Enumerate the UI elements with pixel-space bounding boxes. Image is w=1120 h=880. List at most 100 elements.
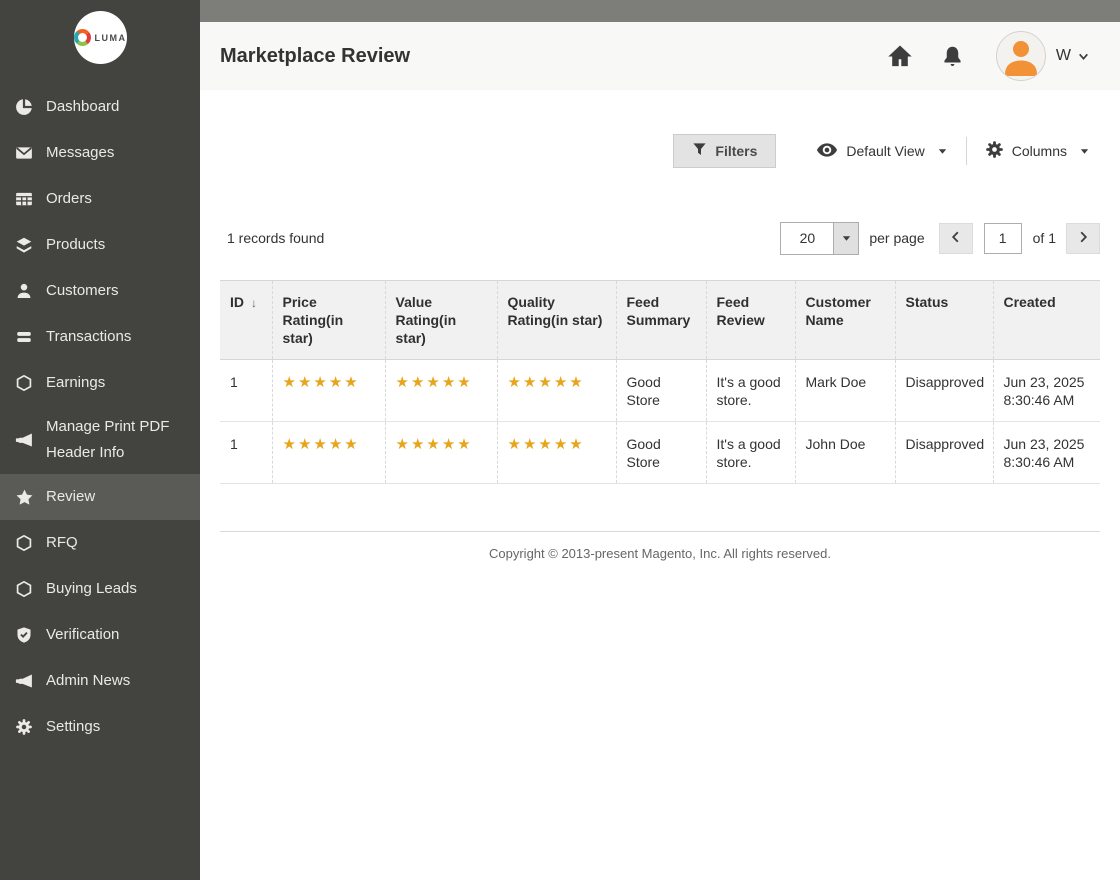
column-header-id[interactable]: ID ↓ xyxy=(220,280,272,360)
cell-feed-summary: Good Store xyxy=(615,421,706,484)
column-header-status[interactable]: Status xyxy=(894,280,993,360)
copyright-text: Copyright © 2013-present Magento, Inc. A… xyxy=(489,546,831,561)
user-initial: W xyxy=(1055,47,1071,64)
review-table: ID ↓ Price Rating(in star) Value Rating(i… xyxy=(220,280,1100,484)
star-rating-icon: ★★★★★ xyxy=(395,374,473,391)
hexagon-icon xyxy=(14,533,34,553)
chevron-down-icon[interactable] xyxy=(1077,50,1090,63)
pagination: 20 per page of 1 xyxy=(780,221,1100,255)
gear-icon xyxy=(14,717,34,737)
page-title: Marketplace Review xyxy=(220,44,411,67)
cell-status: Disapproved xyxy=(894,421,993,484)
cell-customer-name: Mark Doe xyxy=(794,359,895,422)
cell-id: 1 xyxy=(220,421,272,484)
customers-icon xyxy=(14,281,34,301)
column-header-price-rating[interactable]: Price Rating(in star) xyxy=(271,280,385,360)
products-icon xyxy=(14,235,34,255)
star-rating-icon: ★★★★★ xyxy=(507,374,585,391)
sidebar-item-products[interactable]: Products xyxy=(0,222,200,268)
column-header-feed-summary[interactable]: Feed Summary xyxy=(615,280,706,360)
luma-logo[interactable]: LUMA xyxy=(73,11,127,64)
star-rating-icon: ★★★★★ xyxy=(282,374,360,391)
per-page-label: per page xyxy=(869,230,925,246)
cell-status: Disapproved xyxy=(894,359,993,422)
sidebar-item-manage-print-pdf[interactable]: Manage Print PDF Header Info xyxy=(0,406,200,474)
sidebar-item-rfq[interactable]: RFQ xyxy=(0,520,200,566)
grid-toolbar: Filters Default View Columns xyxy=(220,134,1100,168)
cell-created: Jun 23, 2025 8:30:46 AM xyxy=(992,359,1100,422)
eye-icon xyxy=(816,139,838,164)
sidebar-item-admin-news[interactable]: Admin News xyxy=(0,658,200,704)
hexagon-icon xyxy=(14,373,34,393)
footer-divider xyxy=(220,531,1100,532)
columns-control[interactable]: Columns xyxy=(985,140,1090,162)
cell-value-rating: ★★★★★ xyxy=(384,421,497,484)
star-icon xyxy=(14,487,34,507)
cell-feed-review: It's a good store. xyxy=(705,359,795,422)
transactions-icon xyxy=(14,327,34,347)
page: Marketplace Review W Filters Default Vie… xyxy=(200,0,1120,880)
chevron-right-icon xyxy=(1075,229,1091,248)
sidebar-item-buying-leads[interactable]: Buying Leads xyxy=(0,566,200,612)
column-header-feed-review[interactable]: Feed Review xyxy=(705,280,795,360)
sidebar-menu: Dashboard Messages Orders Products Custo xyxy=(0,84,200,750)
cell-created: Jun 23, 2025 8:30:46 AM xyxy=(992,421,1100,484)
column-header-customer-name[interactable]: Customer Name xyxy=(794,280,895,360)
avatar[interactable] xyxy=(995,31,1046,81)
star-rating-icon: ★★★★★ xyxy=(282,436,360,453)
caret-down-icon xyxy=(937,146,948,157)
sidebar: LUMA Dashboard Messages Orders Products … xyxy=(0,0,200,880)
column-header-quality-rating[interactable]: Quality Rating(in star) xyxy=(496,280,616,360)
default-view-control[interactable]: Default View xyxy=(816,139,947,164)
sidebar-item-earnings[interactable]: Earnings xyxy=(0,360,200,406)
table-row: 1 ★★★★★ ★★★★★ ★★★★★ Good Store It's a go… xyxy=(220,421,1100,484)
top-strip xyxy=(200,0,1120,22)
filters-button[interactable]: Filters xyxy=(673,134,777,168)
shield-check-icon xyxy=(14,625,34,645)
sidebar-item-messages[interactable]: Messages xyxy=(0,130,200,176)
sidebar-item-settings[interactable]: Settings xyxy=(0,704,200,750)
funnel-icon xyxy=(692,142,707,160)
cell-quality-rating: ★★★★★ xyxy=(496,359,616,422)
cell-price-rating: ★★★★★ xyxy=(271,359,385,422)
caret-down-icon xyxy=(1079,146,1090,157)
table-row: 1 ★★★★★ ★★★★★ ★★★★★ Good Store It's a go… xyxy=(220,359,1100,422)
caret-down-icon xyxy=(833,222,859,254)
cell-value-rating: ★★★★★ xyxy=(384,359,497,422)
sidebar-item-transactions[interactable]: Transactions xyxy=(0,314,200,360)
page-of-label: of 1 xyxy=(1032,230,1056,246)
per-page-select[interactable]: 20 xyxy=(780,221,860,255)
messages-icon xyxy=(14,143,34,163)
page-number-input[interactable] xyxy=(983,222,1022,254)
next-page-button[interactable] xyxy=(1066,222,1100,254)
orders-icon xyxy=(14,189,34,209)
star-rating-icon: ★★★★★ xyxy=(395,436,473,453)
main-content: Filters Default View Columns 1 records f… xyxy=(200,134,1120,561)
star-rating-icon: ★★★★★ xyxy=(507,436,585,453)
sidebar-item-verification[interactable]: Verification xyxy=(0,612,200,658)
sort-desc-icon: ↓ xyxy=(251,296,257,310)
hexagon-icon xyxy=(14,579,34,599)
luma-logo-text: LUMA xyxy=(94,32,127,43)
bell-icon[interactable] xyxy=(941,45,964,68)
luma-logo-ring-icon xyxy=(73,29,91,46)
page-header: Marketplace Review W xyxy=(200,22,1120,90)
column-header-created[interactable]: Created xyxy=(992,280,1100,360)
column-header-value-rating[interactable]: Value Rating(in star) xyxy=(384,280,497,360)
toolbar-divider xyxy=(965,137,967,165)
sidebar-item-orders[interactable]: Orders xyxy=(0,176,200,222)
home-icon[interactable] xyxy=(887,43,913,69)
cell-feed-review: It's a good store. xyxy=(705,421,795,484)
previous-page-button[interactable] xyxy=(938,222,973,254)
cell-price-rating: ★★★★★ xyxy=(271,421,385,484)
table-header-row: ID ↓ Price Rating(in star) Value Rating(i… xyxy=(220,280,1100,360)
sidebar-item-review[interactable]: Review xyxy=(0,474,200,520)
cell-customer-name: John Doe xyxy=(794,421,895,484)
sidebar-item-dashboard[interactable]: Dashboard xyxy=(0,84,200,130)
gear-icon xyxy=(985,140,1004,162)
cell-feed-summary: Good Store xyxy=(615,359,706,422)
sidebar-item-customers[interactable]: Customers xyxy=(0,268,200,314)
records-found-text: 1 records found xyxy=(227,230,325,246)
megaphone-icon xyxy=(14,430,34,450)
chevron-left-icon xyxy=(948,229,964,248)
